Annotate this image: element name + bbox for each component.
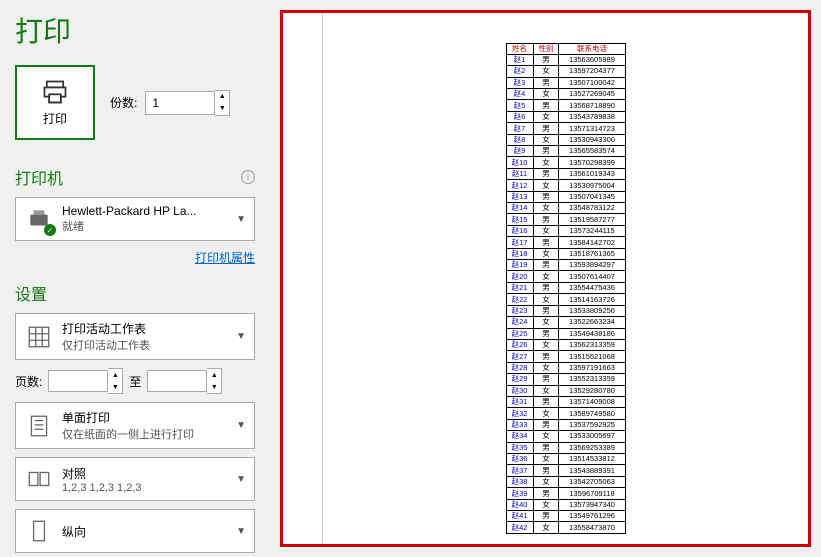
chevron-down-icon: ▼	[236, 474, 246, 485]
print-button[interactable]: 打印	[15, 65, 95, 140]
pages-to-down[interactable]: ▼	[207, 381, 221, 393]
collate-dropdown[interactable]: 对照 1,2,3 1,2,3 1,2,3 ▼	[15, 457, 255, 501]
table-row: 赵41男13549761296	[506, 511, 625, 522]
sides-dropdown[interactable]: 单面打印 仅在纸面的一侧上进行打印 ▼	[15, 402, 255, 449]
table-row: 赵10女13570298399	[506, 157, 625, 168]
table-row: 赵17男13584142702	[506, 237, 625, 248]
table-row: 赵31男13571409008	[506, 396, 625, 407]
table-row: 赵20女13507614407	[506, 271, 625, 282]
printer-status: 就绪	[62, 218, 232, 234]
info-icon[interactable]: i	[241, 170, 255, 184]
table-row: 赵38女13542705063	[506, 476, 625, 487]
table-row: 赵27男13515521068	[506, 351, 625, 362]
table-row: 赵23男13533809256	[506, 305, 625, 316]
table-row: 赵22女13514163726	[506, 294, 625, 305]
table-row: 赵8女13530943300	[506, 134, 625, 145]
pages-from-up[interactable]: ▲	[108, 369, 122, 381]
table-row: 赵5男13568718890	[506, 100, 625, 111]
table-row: 赵15男13519587277	[506, 214, 625, 225]
table-row: 赵40女13573947340	[506, 499, 625, 510]
print-preview: 姓名性别联系电话 赵1男13563605989赵2女13597204377赵3男…	[280, 10, 811, 547]
pages-from-input[interactable]	[48, 370, 108, 392]
status-ready-icon	[44, 224, 56, 236]
collate-line2: 1,2,3 1,2,3 1,2,3	[62, 482, 232, 494]
table-row: 赵14女13548783122	[506, 203, 625, 214]
table-row: 赵13男13507041345	[506, 191, 625, 202]
table-row: 赵34女13533005697	[506, 431, 625, 442]
table-row: 赵4女13527269045	[506, 88, 625, 99]
orientation-dropdown[interactable]: 纵向 ▼	[15, 509, 255, 553]
collate-icon	[26, 466, 52, 492]
page-title: 打印	[15, 10, 255, 50]
table-row: 赵28女13597191663	[506, 362, 625, 373]
copies-up-button[interactable]: ▲	[215, 91, 229, 103]
print-what-line2: 仅打印活动工作表	[62, 337, 232, 353]
sides-line1: 单面打印	[62, 409, 232, 426]
table-row: 赵6女13543789838	[506, 111, 625, 122]
sheets-icon	[26, 324, 52, 350]
table-header: 姓名	[506, 44, 533, 55]
chevron-down-icon: ▼	[236, 214, 246, 225]
printer-dropdown[interactable]: Hewlett-Packard HP La... 就绪 ▼	[15, 197, 255, 241]
data-table: 姓名性别联系电话 赵1男13563605989赵2女13597204377赵3男…	[506, 43, 626, 534]
portrait-icon	[26, 518, 52, 544]
table-row: 赵16女13573244115	[506, 225, 625, 236]
chevron-down-icon: ▼	[236, 526, 246, 537]
table-row: 赵7男13571314723	[506, 123, 625, 134]
table-row: 赵11男13561019343	[506, 168, 625, 179]
table-row: 赵36女13514533812	[506, 453, 625, 464]
pages-to-up[interactable]: ▲	[207, 369, 221, 381]
printer-icon	[41, 78, 69, 106]
copies-input[interactable]	[145, 91, 215, 115]
table-row: 赵39男13596709118	[506, 488, 625, 499]
sides-line2: 仅在纸面的一侧上进行打印	[62, 426, 232, 442]
table-header: 性别	[533, 44, 559, 55]
pages-label: 页数:	[15, 373, 42, 390]
chevron-down-icon: ▼	[236, 420, 246, 431]
table-row: 赵25男13549438186	[506, 328, 625, 339]
printer-header: 打印机	[15, 165, 63, 189]
table-row: 赵35男13569253389	[506, 442, 625, 453]
table-row: 赵12女13530975004	[506, 180, 625, 191]
table-row: 赵3男13507100042	[506, 77, 625, 88]
print-button-label: 打印	[43, 110, 67, 127]
table-row: 赵42女13558473870	[506, 522, 625, 534]
table-row: 赵37男13543889391	[506, 465, 625, 476]
table-row: 赵1男13563605989	[506, 54, 625, 65]
print-what-dropdown[interactable]: 打印活动工作表 仅打印活动工作表 ▼	[15, 313, 255, 360]
printer-properties-link[interactable]: 打印机属性	[15, 249, 255, 266]
chevron-down-icon: ▼	[236, 331, 246, 342]
printer-name: Hewlett-Packard HP La...	[62, 204, 232, 218]
settings-header: 设置	[15, 281, 47, 305]
table-row: 赵24女13522663234	[506, 317, 625, 328]
table-row: 赵18女13518761365	[506, 248, 625, 259]
table-row: 赵21男13554475436	[506, 282, 625, 293]
table-row: 赵29男13552313359	[506, 374, 625, 385]
copies-down-button[interactable]: ▼	[215, 103, 229, 115]
pages-to-label: 至	[129, 373, 141, 390]
copies-label: 份数:	[110, 94, 137, 111]
print-what-line1: 打印活动工作表	[62, 320, 232, 337]
table-row: 赵9男13565583574	[506, 146, 625, 157]
table-row: 赵2女13597204377	[506, 66, 625, 77]
collate-line1: 对照	[62, 465, 232, 482]
table-row: 赵26女13562313359	[506, 339, 625, 350]
pages-to-input[interactable]	[147, 370, 207, 392]
orientation-line1: 纵向	[62, 523, 232, 540]
table-row: 赵32女13589749580	[506, 408, 625, 419]
pages-from-down[interactable]: ▼	[108, 381, 122, 393]
single-side-icon	[26, 413, 52, 439]
table-row: 赵33男13537592925	[506, 419, 625, 430]
table-row: 赵30女13529280780	[506, 385, 625, 396]
table-row: 赵19男13593894297	[506, 260, 625, 271]
table-header: 联系电话	[559, 44, 625, 55]
